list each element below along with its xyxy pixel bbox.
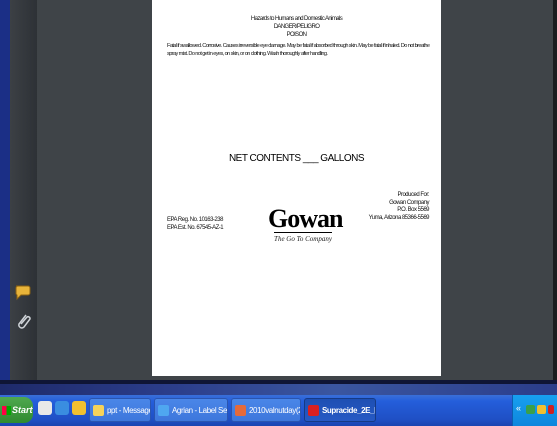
pdf-icon (308, 404, 319, 416)
desktop-icon[interactable] (38, 401, 52, 415)
document-page: Hazards to Humans and Domestic Animals D… (152, 0, 441, 376)
browser-icon (158, 404, 169, 416)
paperclip-icon[interactable] (12, 310, 34, 332)
window-bottom-border (0, 380, 557, 384)
danger-label: DANGER/PELIGRO (273, 24, 320, 30)
hazard-heading: Hazards to Humans and Domestic Animals (250, 16, 343, 22)
company-name: Gowan Company (389, 199, 429, 206)
po-box: P.O. Box 5569 (397, 207, 429, 213)
powerpoint-icon (235, 404, 246, 416)
logo-wordmark: Gowan (268, 204, 343, 233)
comment-icon[interactable] (12, 280, 34, 302)
task-pdf[interactable]: Supracide_2E_Label... (304, 398, 376, 422)
warning-text-2: spray mist. Do not get in eyes, on skin,… (167, 51, 328, 57)
city-address: Yuma, Arizona 85366-5569 (368, 214, 430, 221)
viewer-scrollbar[interactable] (553, 0, 557, 380)
epa-reg-number: EPA Reg. No. 10163-238 (167, 217, 223, 223)
task-agrian[interactable]: Agrian - Label Search - W... (154, 398, 228, 422)
producer-block: Produced For: Gowan Company P.O. Box 556… (368, 192, 430, 222)
shield-icon[interactable] (537, 405, 546, 414)
poison-label: POISON (286, 32, 307, 38)
task-message[interactable]: ppt - Message (HTML) (89, 398, 151, 422)
outlook-icon[interactable] (72, 401, 86, 415)
task-label: Agrian - Label Search - W... (172, 405, 228, 415)
tray-chevron[interactable]: « (516, 403, 521, 413)
windows-flag-icon (2, 405, 11, 415)
net-contents: NET CONTENTS ___ GALLONS (228, 153, 365, 164)
start-label: Start (12, 405, 33, 415)
attachments-panel (10, 0, 37, 395)
gowan-logo: Gowan The Go To Company (268, 204, 343, 244)
system-tray: « (512, 395, 557, 426)
taskbar: Start ppt - Message (HTML) Agrian - Labe… (0, 395, 557, 426)
task-label: ppt - Message (HTML) (107, 405, 151, 415)
network-icon[interactable] (526, 405, 535, 414)
epa-est-number: EPA Est. No. 67545-AZ-1 (167, 225, 224, 231)
left-accent-bar (0, 0, 10, 395)
produced-for-label: Produced For: (397, 192, 429, 198)
task-label: 2010valnutday(2).ppt [C... (249, 405, 301, 415)
mail-icon (93, 404, 104, 416)
logo-tagline: The Go To Company (274, 235, 332, 243)
task-label: Supracide_2E_Label... (322, 405, 375, 415)
start-button[interactable]: Start (0, 397, 33, 423)
warning-text-1: Fatal if swallowed. Corrosive. Causes ir… (167, 43, 430, 49)
task-ppt[interactable]: 2010valnutday(2).ppt [C... (231, 398, 301, 422)
ie-icon[interactable] (55, 401, 69, 415)
alert-icon[interactable] (548, 405, 554, 414)
